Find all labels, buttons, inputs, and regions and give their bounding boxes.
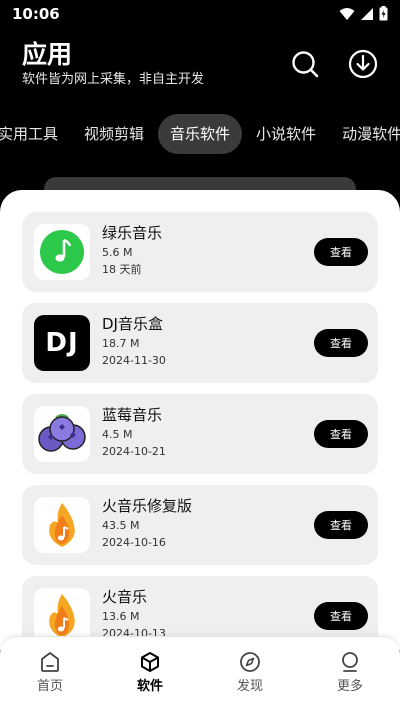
app-size: 43.5 M: [102, 519, 140, 532]
nav-software[interactable]: 软件: [100, 637, 200, 711]
dj-logo-icon: DJ: [45, 328, 79, 358]
nav-label: 首页: [36, 679, 63, 694]
header: 应用 软件皆为网上采集，非自主开发: [22, 38, 204, 88]
battery-icon: [379, 6, 388, 21]
app-name: 火音乐修复版: [102, 497, 193, 515]
home-icon: [41, 652, 59, 672]
status-time: 10:06: [12, 5, 60, 23]
app-list-sheet[interactable]: 绿乐音乐 5.6 M 18 天前 查看 DJ DJ音乐盒 18.7 M 2024…: [0, 190, 400, 650]
app-size: 18.7 M: [102, 337, 140, 350]
app-size: 13.6 M: [102, 610, 140, 623]
app-date: 2024-11-30: [102, 354, 166, 367]
app-date: 2024-10-16: [102, 536, 166, 549]
app-icon: [34, 224, 90, 280]
nav-label: 更多: [336, 679, 363, 694]
search-icon: [292, 51, 319, 78]
app-name: 蓝莓音乐: [102, 406, 163, 424]
app-name: DJ音乐盒: [102, 315, 163, 333]
view-button[interactable]: 查看: [314, 420, 368, 448]
view-button[interactable]: 查看: [314, 511, 368, 539]
status-icons: [339, 6, 388, 21]
download-icon: [348, 49, 378, 79]
nav-discover[interactable]: 发现: [200, 637, 300, 711]
nav-home[interactable]: 首页: [0, 637, 100, 711]
green-music-note-icon: [40, 230, 84, 274]
category-tabs: 实用工具 视频剪辑 音乐软件 小说软件 动漫软件: [0, 114, 400, 154]
view-button[interactable]: 查看: [314, 602, 368, 630]
nav-label: 发现: [236, 679, 263, 694]
download-button[interactable]: [347, 48, 379, 80]
app-date: 2024-10-21: [102, 445, 166, 458]
page-subtitle: 软件皆为网上采集，非自主开发: [22, 72, 205, 87]
signal-icon: [361, 7, 373, 20]
app-card[interactable]: 蓝莓音乐 4.5 M 2024-10-21 查看: [22, 394, 378, 474]
app-icon: [34, 497, 90, 553]
nav-label: 软件: [136, 679, 163, 694]
app-icon: [34, 406, 90, 462]
tab-novel[interactable]: 小说软件: [244, 114, 328, 154]
tab-anime[interactable]: 动漫软件: [330, 114, 400, 154]
view-button[interactable]: 查看: [314, 238, 368, 266]
tab-video-editing[interactable]: 视频剪辑: [72, 114, 156, 154]
nav-more[interactable]: 更多: [300, 637, 400, 711]
wifi-icon: [339, 7, 355, 20]
blueberry-icon: [38, 414, 86, 452]
app-card[interactable]: 绿乐音乐 5.6 M 18 天前 查看: [22, 212, 378, 292]
fire-music-icon: [49, 503, 75, 547]
status-bar: 10:06: [0, 0, 400, 30]
tab-tools[interactable]: 实用工具: [0, 114, 70, 154]
tab-music[interactable]: 音乐软件: [158, 114, 243, 154]
compass-icon: [240, 652, 260, 672]
app-card[interactable]: DJ DJ音乐盒 18.7 M 2024-11-30 查看: [22, 303, 378, 383]
search-button[interactable]: [289, 48, 321, 80]
app-size: 5.6 M: [102, 246, 133, 259]
app-card[interactable]: 火音乐修复版 43.5 M 2024-10-16 查看: [22, 485, 378, 565]
app-date: 18 天前: [102, 263, 142, 276]
fire-music-icon: [49, 594, 75, 638]
more-icon: [342, 652, 358, 672]
bottom-nav: 首页 软件 发现 更多: [0, 636, 400, 711]
view-button[interactable]: 查看: [314, 329, 368, 357]
app-name: 绿乐音乐: [102, 224, 163, 242]
page-title: 应用: [22, 40, 73, 69]
app-icon: DJ: [34, 315, 90, 371]
app-size: 4.5 M: [102, 428, 133, 441]
cube-icon: [141, 652, 159, 672]
app-name: 火音乐: [102, 588, 148, 606]
